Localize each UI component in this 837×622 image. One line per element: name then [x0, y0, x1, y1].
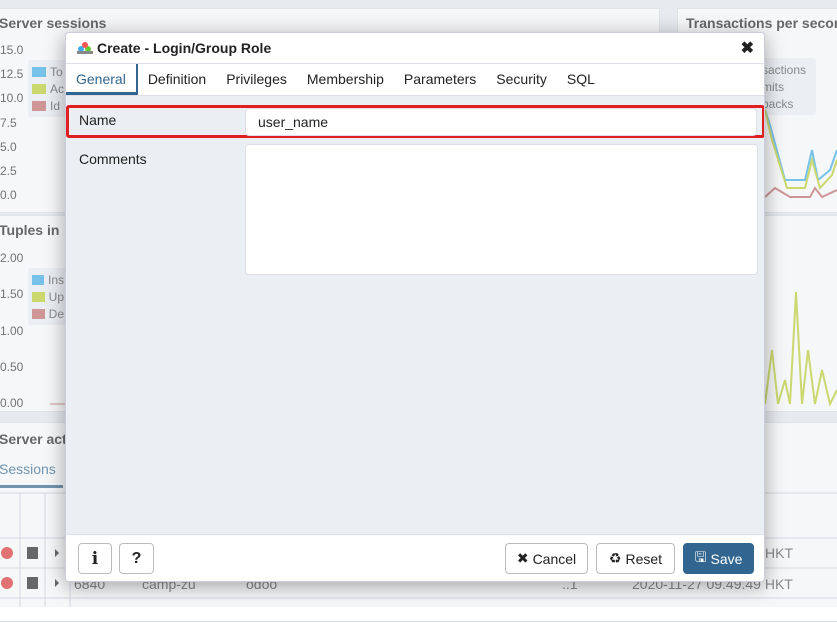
tab-general[interactable]: General	[66, 64, 138, 95]
tab-membership[interactable]: Membership	[297, 64, 394, 95]
name-label: Name	[79, 112, 117, 128]
comments-textarea[interactable]	[245, 144, 758, 275]
tab-definition[interactable]: Definition	[138, 64, 216, 95]
info-button[interactable]: i	[78, 543, 112, 574]
cancel-button[interactable]: ✖ Cancel	[505, 543, 588, 574]
tab-parameters[interactable]: Parameters	[394, 64, 486, 95]
save-button[interactable]: 🖫 Save	[683, 543, 754, 574]
role-icon	[77, 42, 93, 54]
dialog-footer: i ? ✖ Cancel ♻ Reset 🖫 Save	[66, 534, 764, 581]
create-role-dialog: Create - Login/Group Role ✖ General Defi…	[65, 32, 765, 582]
reset-button[interactable]: ♻ Reset	[596, 543, 675, 574]
close-icon: ✖	[516, 550, 529, 566]
tab-security[interactable]: Security	[486, 64, 557, 95]
dialog-tabs: General Definition Privileges Membership…	[66, 64, 764, 96]
recycle-icon: ♻	[608, 550, 622, 566]
comments-label: Comments	[79, 151, 147, 167]
save-icon: 🖫	[694, 548, 707, 565]
help-button[interactable]: ?	[119, 543, 154, 574]
dialog-title: Create - Login/Group Role	[97, 40, 272, 56]
name-input[interactable]: user_name	[245, 108, 757, 136]
dialog-header: Create - Login/Group Role ✖	[66, 33, 764, 64]
tab-privileges[interactable]: Privileges	[216, 64, 297, 95]
close-icon[interactable]: ✖	[741, 38, 754, 58]
tab-sql[interactable]: SQL	[557, 64, 605, 95]
